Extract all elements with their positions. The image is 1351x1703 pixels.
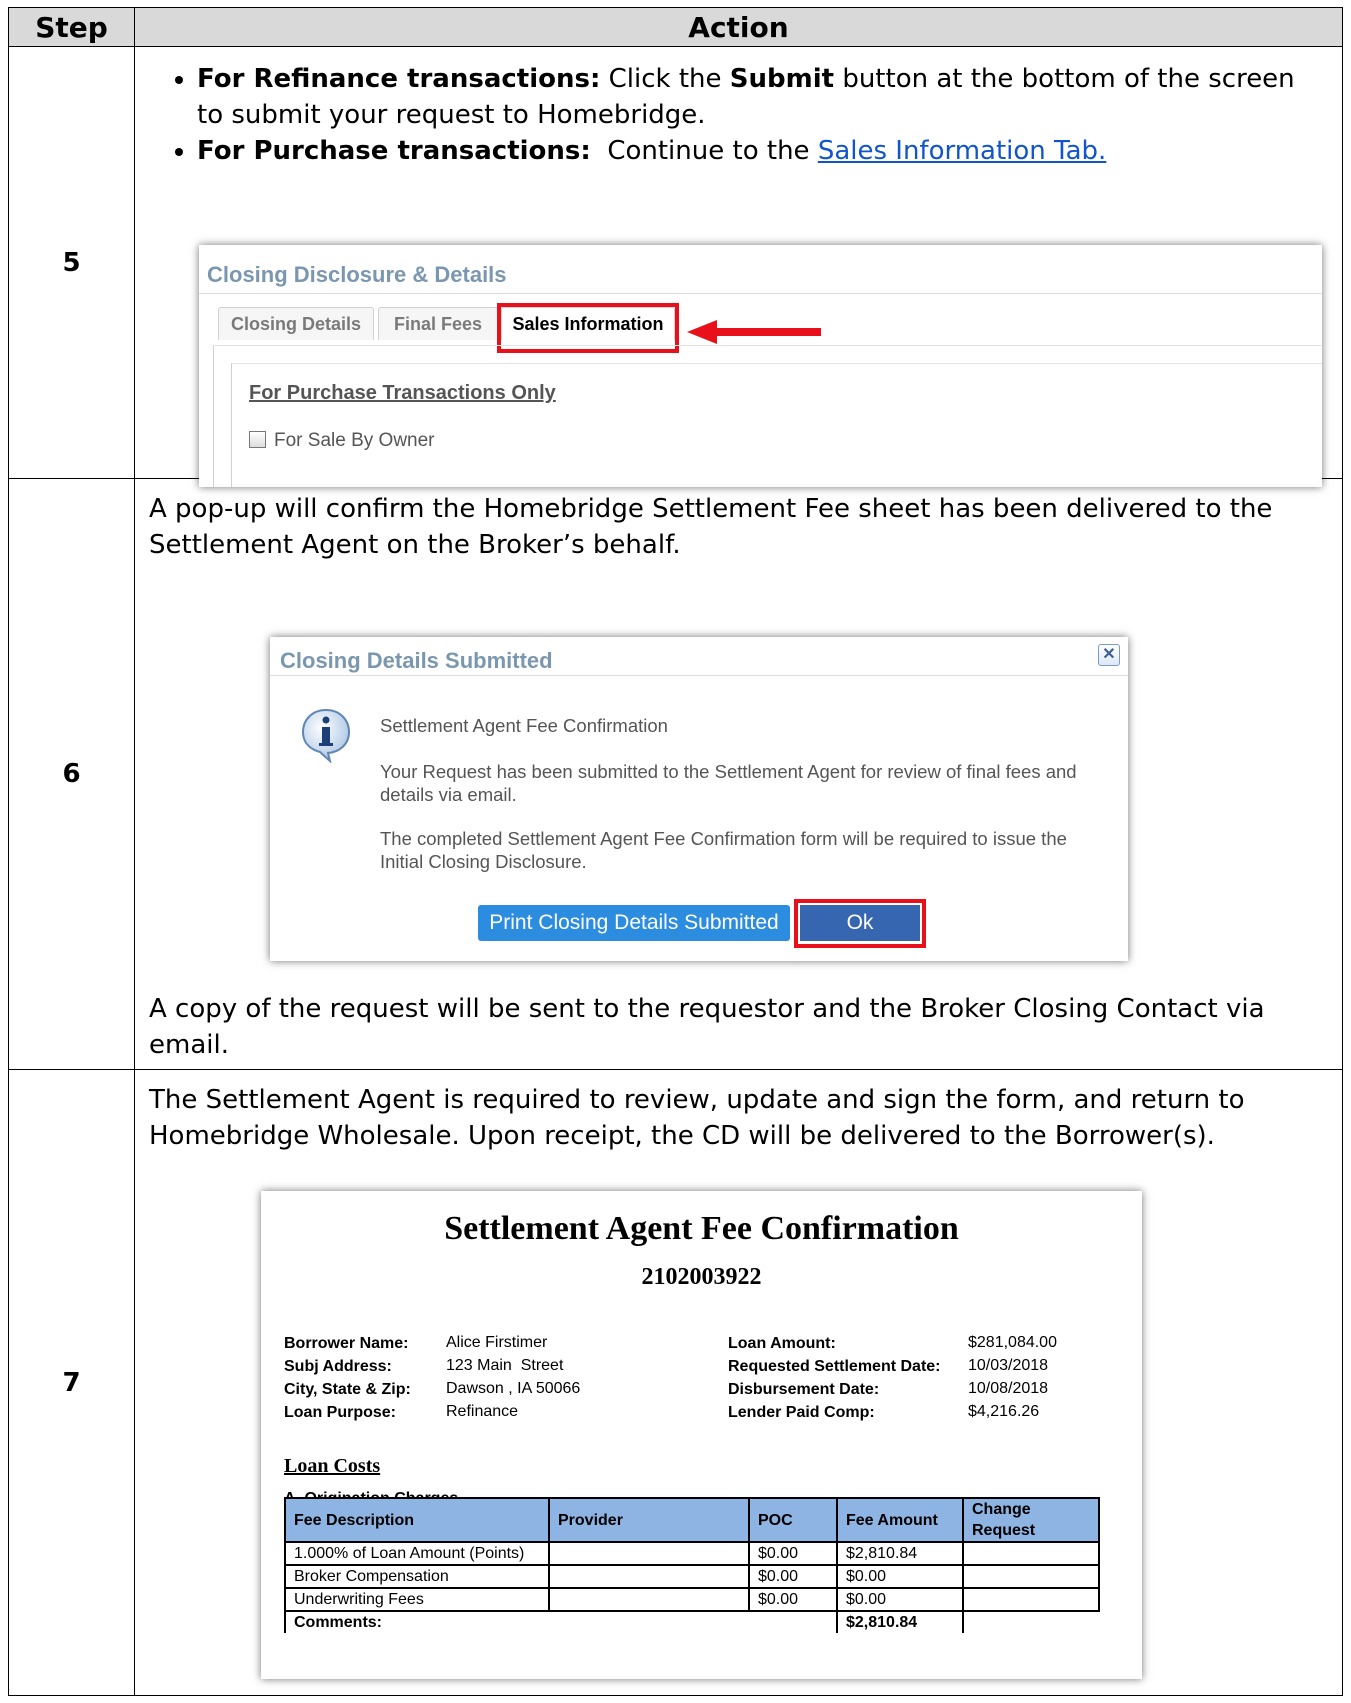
fee-description: 1.000% of Loan Amount (Points): [284, 1541, 550, 1566]
fee-amount: $0.00: [836, 1587, 964, 1612]
bullet-list: For Refinance transactions: Click the Su…: [135, 61, 1342, 169]
section-title: For Purchase Transactions Only: [249, 382, 556, 404]
disbursement-date-label: Disbursement Date:: [728, 1381, 880, 1398]
action-cell: The Settlement Agent is required to revi…: [134, 1069, 1343, 1696]
poc: $0.00: [748, 1541, 838, 1566]
disbursement-date-value: 10/08/2018: [968, 1380, 1049, 1397]
provider: [548, 1541, 750, 1566]
poc: $0.00: [748, 1564, 838, 1589]
divider: [270, 675, 1128, 676]
step-number: 7: [8, 1069, 135, 1696]
total-amount: $2,810.84: [836, 1610, 964, 1633]
step-note: A copy of the request will be sent to th…: [149, 994, 1265, 1060]
checkbox-label: For Sale By Owner: [274, 430, 435, 451]
table-row: Broker Compensation $0.00 $0.00: [284, 1564, 1100, 1589]
loan-costs-heading: Loan Costs: [284, 1455, 381, 1477]
dialog-paragraph: The completed Settlement Agent Fee Confi…: [380, 828, 1067, 872]
borrower-name-value: Alice Firstimer: [446, 1334, 548, 1351]
loan-amount-label: Loan Amount:: [728, 1335, 836, 1352]
for-sale-by-owner-checkbox[interactable]: For Sale By Owner: [249, 423, 435, 459]
fee-confirmation-form: Settlement Agent Fee Confirmation 210200…: [261, 1191, 1142, 1679]
lender-paid-comp-value: $4,216.26: [968, 1403, 1040, 1420]
bullet-label: For Refinance transactions:: [197, 64, 601, 94]
dialog-heading: Settlement Agent Fee Confirmation: [380, 715, 668, 736]
loan-number: 2102003922: [641, 1264, 762, 1290]
bullet-text: Click the: [600, 64, 730, 94]
table-header-row: Step Action: [8, 7, 1343, 47]
step-description: The Settlement Agent is required to revi…: [149, 1085, 1245, 1151]
change-request: [962, 1587, 1100, 1612]
list-item: For Refinance transactions: Click the Su…: [197, 61, 1328, 133]
fee-amount: $0.00: [836, 1564, 964, 1589]
step-description: A pop-up will confirm the Homebridge Set…: [149, 494, 1273, 560]
subj-address-value: 123 Main Street: [446, 1357, 564, 1374]
requested-settlement-date-value: 10/03/2018: [968, 1357, 1049, 1374]
step-column-header: Step: [8, 7, 135, 47]
bullet-text: Continue to the: [590, 136, 818, 166]
step-number: 6: [8, 478, 135, 1070]
fee-table: Fee Description Provider POC Fee Amount …: [284, 1497, 1100, 1633]
divider: [199, 293, 1322, 294]
borrower-name-label: Borrower Name:: [284, 1335, 409, 1352]
print-closing-details-button[interactable]: Print Closing Details Submitted: [478, 905, 790, 941]
action-cell: A pop-up will confirm the Homebridge Set…: [134, 478, 1343, 1070]
change-request: [962, 1564, 1100, 1589]
arrow-left-icon: [687, 320, 821, 344]
sales-information-link[interactable]: Sales Information Tab.: [818, 136, 1107, 166]
city-state-zip-label: City, State & Zip:: [284, 1381, 411, 1398]
column-header: POC: [748, 1497, 838, 1543]
closing-details-dialog: Closing Details Submitted ✕ Settlement A…: [270, 637, 1128, 961]
fee-description: Broker Compensation: [284, 1564, 550, 1589]
column-header: Change Request: [962, 1497, 1100, 1543]
column-header: Fee Description: [284, 1497, 550, 1543]
form-title: Settlement Agent Fee Confirmation: [444, 1210, 959, 1247]
poc: $0.00: [748, 1587, 838, 1612]
city-state-zip-value: Dawson , IA 50066: [446, 1380, 581, 1397]
loan-purpose-value: Refinance: [446, 1403, 519, 1420]
list-item: For Purchase transactions: Continue to t…: [197, 133, 1328, 169]
panel-title: Closing Disclosure & Details: [207, 262, 507, 287]
bullet-label: For Purchase transactions:: [197, 136, 591, 166]
tab-final-fees[interactable]: Final Fees: [378, 307, 498, 340]
fee-description: Underwriting Fees: [284, 1587, 550, 1612]
closing-disclosure-screenshot: Closing Disclosure & Details Closing Det…: [199, 245, 1322, 487]
highlight-box: [794, 899, 926, 948]
checkbox-icon[interactable]: [249, 431, 266, 448]
fee-table-header: Fee Description Provider POC Fee Amount …: [284, 1497, 1100, 1543]
empty-cell: [963, 1611, 1099, 1633]
provider: [548, 1587, 750, 1612]
step-row-7: 7 The Settlement Agent is required to re…: [8, 1069, 1343, 1696]
loan-purpose-label: Loan Purpose:: [284, 1404, 397, 1421]
table-row: 1.000% of Loan Amount (Points) $0.00 $2,…: [284, 1541, 1100, 1566]
comments-row: Comments: $2,810.84: [284, 1610, 1099, 1633]
info-icon: [301, 708, 351, 763]
requested-settlement-date-label: Requested Settlement Date:: [728, 1358, 941, 1375]
provider: [548, 1564, 750, 1589]
comments-label: Comments:: [284, 1610, 838, 1633]
action-column-header: Action: [134, 7, 1343, 47]
step-row-6: 6 A pop-up will confirm the Homebridge S…: [8, 478, 1343, 1070]
steps-table: Step Action 5 For Refinance transactions…: [8, 7, 1343, 1696]
step-row-5: 5 For Refinance transactions: Click the …: [8, 46, 1343, 487]
tab-closing-details[interactable]: Closing Details: [218, 307, 374, 340]
action-cell: For Refinance transactions: Click the Su…: [134, 46, 1343, 487]
loan-amount-value: $281,084.00: [968, 1334, 1057, 1351]
dialog-paragraph: Your Request has been submitted to the S…: [380, 761, 1077, 805]
fee-amount: $2,810.84: [836, 1541, 964, 1566]
table-row: Underwriting Fees $0.00 $0.00: [284, 1587, 1100, 1612]
close-icon[interactable]: ✕: [1098, 644, 1120, 666]
column-header: Fee Amount: [836, 1497, 964, 1543]
submit-keyword: Submit: [729, 64, 835, 94]
lender-paid-comp-label: Lender Paid Comp:: [728, 1404, 875, 1421]
column-header: Provider: [548, 1497, 750, 1543]
subj-address-label: Subj Address:: [284, 1358, 392, 1375]
dialog-title: Closing Details Submitted: [280, 648, 553, 673]
change-request: [962, 1541, 1100, 1566]
step-number: 5: [8, 46, 135, 479]
